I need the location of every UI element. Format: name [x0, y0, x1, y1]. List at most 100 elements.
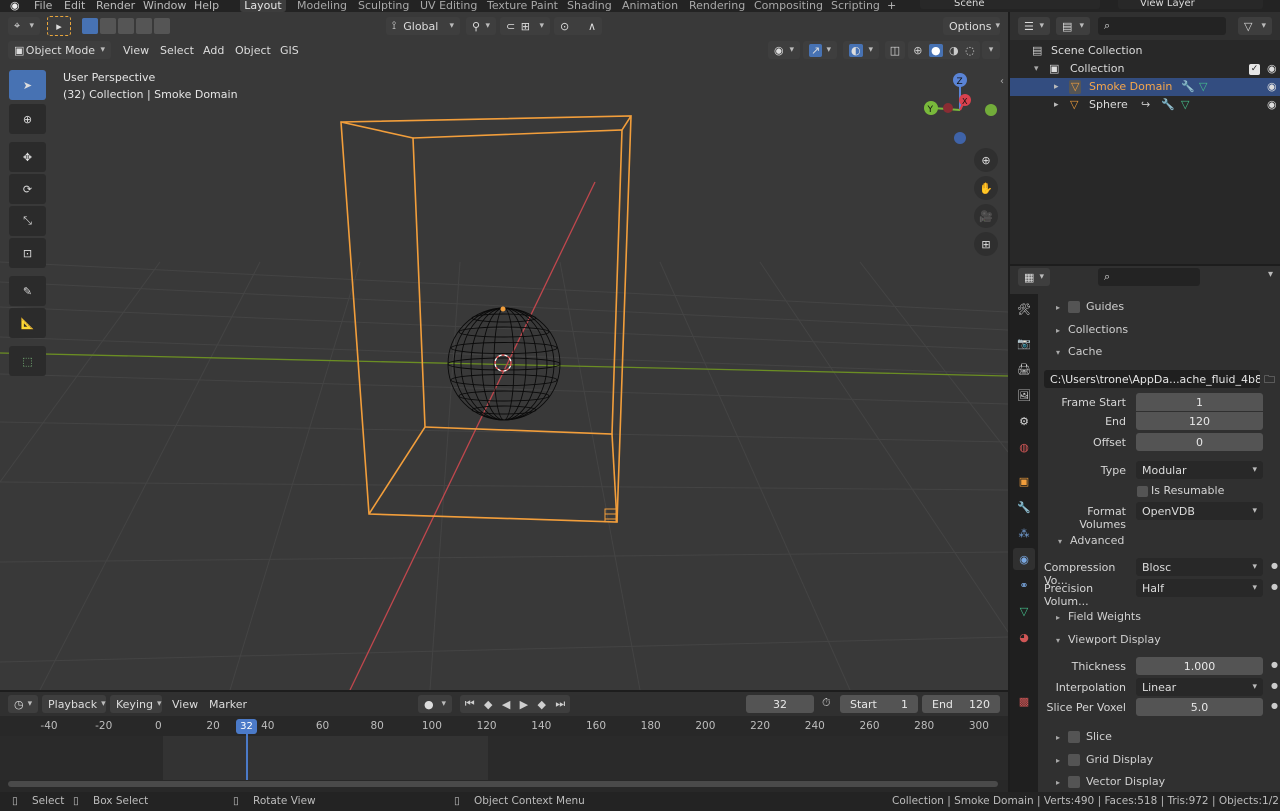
menu-render[interactable]: Render	[96, 0, 135, 12]
output-tab-icon[interactable]: 🖨	[1013, 358, 1035, 380]
constraints-tab-icon[interactable]: ⚭	[1013, 574, 1035, 596]
collection-visibility-icon[interactable]: ◉	[1267, 60, 1277, 78]
panel-advanced[interactable]: ▾ Advanced	[1058, 534, 1124, 547]
collapse-arrow-icon[interactable]: ▾	[1034, 60, 1039, 78]
view-layer-selector[interactable]: View Layer	[1118, 0, 1263, 9]
format-volumes-dropdown[interactable]: OpenVDB ▾	[1136, 502, 1263, 520]
visibility-dropdown[interactable]: ◉ ▾	[768, 41, 800, 59]
jump-start-icon[interactable]: ⏮	[465, 697, 475, 711]
type-dropdown[interactable]: Modular ▾	[1136, 461, 1263, 479]
gizmo-dropdown[interactable]: ↗ ▾	[803, 41, 837, 59]
timeline-menu-marker[interactable]: Marker	[209, 698, 247, 711]
frame-ruler[interactable]: -40 -20 0 20 40 60 80 100 120 140 160 180 200 220 240 2…	[0, 716, 1008, 736]
interpolation-keyframe-dot[interactable]: ●	[1271, 681, 1278, 690]
is-resumable-checkbox[interactable]: Is Resumable	[1137, 484, 1224, 497]
vector-display-checkbox[interactable]	[1068, 776, 1081, 788]
panel-cache[interactable]: ▾ Cache	[1056, 345, 1102, 358]
menu-view[interactable]: View	[123, 44, 149, 57]
outliner-search-input[interactable]	[1114, 18, 1215, 34]
auto-keying-toggle[interactable]: ● ▾	[418, 695, 452, 713]
offset-field[interactable]: 0	[1136, 433, 1263, 451]
camera-view-button[interactable]: 🎥	[974, 204, 998, 228]
menu-help[interactable]: Help	[194, 0, 219, 12]
wireframe-shading-icon[interactable]: ⊕	[913, 44, 922, 57]
menu-gis[interactable]: GIS	[280, 44, 299, 57]
precision-keyframe-dot[interactable]: ●	[1271, 582, 1278, 591]
zoom-view-button[interactable]: ⊕	[974, 148, 998, 172]
particles-tab-icon[interactable]: ⁂	[1013, 522, 1035, 544]
thickness-keyframe-dot[interactable]: ●	[1271, 660, 1278, 669]
texture-tab-icon[interactable]: ▩	[1013, 690, 1035, 712]
tool-scale[interactable]: ⤡	[9, 206, 46, 236]
selection-mode-group[interactable]	[82, 18, 172, 34]
precision-dropdown[interactable]: Half ▾	[1136, 579, 1263, 597]
outliner-scene-collection[interactable]: ▤ Scene Collection	[1010, 42, 1280, 60]
menu-file[interactable]: File	[34, 0, 52, 12]
compression-dropdown[interactable]: Blosc ▾	[1136, 558, 1263, 576]
overlays-dropdown[interactable]: ◐ ▾	[843, 41, 879, 59]
guides-checkbox[interactable]	[1068, 301, 1081, 313]
start-frame-field[interactable]: Start 1	[840, 695, 918, 713]
tab-animation[interactable]: Animation	[622, 0, 678, 12]
scene-selector[interactable]: Scene	[920, 0, 1100, 9]
preview-range-icon[interactable]: ⏱	[822, 696, 831, 710]
menu-window[interactable]: Window	[143, 0, 186, 12]
menu-object[interactable]: Object	[235, 44, 271, 57]
slice-per-voxel-field[interactable]: 5.0	[1136, 698, 1263, 716]
tool-cursor[interactable]: ⊕	[9, 104, 46, 134]
end-field[interactable]: 120	[1136, 412, 1263, 430]
prev-keyframe-icon[interactable]: ◆	[484, 698, 492, 711]
rendered-shading-icon[interactable]: ◌	[965, 44, 975, 57]
xray-toggle[interactable]: ◫	[885, 41, 905, 59]
playback-menu[interactable]: Playback ▾	[42, 695, 106, 713]
collection-checkbox[interactable]: ✓	[1249, 64, 1260, 75]
frame-start-field[interactable]: 1	[1136, 393, 1263, 411]
interpolation-dropdown[interactable]: Linear ▾	[1136, 678, 1263, 696]
snap-dropdown[interactable]: ⊂ ⊞ ▾	[500, 17, 550, 35]
grid-display-checkbox[interactable]	[1068, 754, 1081, 766]
smoke-domain-visibility-icon[interactable]: ◉	[1267, 78, 1277, 96]
slice-keyframe-dot[interactable]: ●	[1271, 701, 1278, 710]
tool-move[interactable]: ✥	[9, 142, 46, 172]
object-tab-icon[interactable]: ▣	[1013, 470, 1035, 492]
tool-select[interactable]: ➤	[9, 70, 46, 100]
expand-arrow-icon[interactable]: ▸	[1054, 96, 1059, 114]
tab-layout[interactable]: Layout	[240, 0, 286, 12]
transform-orientation-dropdown[interactable]: ⟟ Global ▾	[386, 17, 460, 35]
sidebar-toggle-icon[interactable]: ‹	[1000, 76, 1004, 87]
view-layer-tab-icon[interactable]: 🖼	[1013, 384, 1035, 406]
scene-tab-icon[interactable]: ⚙	[1013, 410, 1035, 432]
panel-grid-display[interactable]: ▸ Grid Display	[1056, 753, 1153, 766]
shading-options-dropdown[interactable]: ▾	[982, 41, 1000, 59]
tool-annotate[interactable]: ✎	[9, 276, 46, 306]
panel-guides[interactable]: ▸ Guides	[1056, 300, 1124, 313]
outliner-item-smoke-domain[interactable]: ▸ ▽ Smoke Domain 🔧 ▽ ◉	[1010, 78, 1280, 96]
material-tab-icon[interactable]: ◕	[1013, 626, 1035, 648]
tool-tab-icon[interactable]: 🛠	[1013, 298, 1035, 320]
tool-transform[interactable]: ⊡	[9, 238, 46, 268]
material-shading-icon[interactable]: ◑	[949, 44, 959, 57]
timeline-scrollbar[interactable]	[8, 781, 998, 787]
menu-select[interactable]: Select	[160, 44, 194, 57]
world-tab-icon[interactable]: ◍	[1013, 436, 1035, 458]
tab-rendering[interactable]: Rendering	[689, 0, 745, 12]
jump-end-icon[interactable]: ⏭	[555, 697, 565, 711]
panel-collections[interactable]: ▸ Collections	[1056, 323, 1128, 336]
outliner-item-sphere[interactable]: ▸ ▽ Sphere ↪ 🔧 ▽ ◉	[1010, 96, 1280, 114]
panel-viewport-display[interactable]: ▾ Viewport Display	[1056, 633, 1161, 646]
properties-options-icon[interactable]: ▾	[1268, 269, 1273, 280]
modifier-tab-icon[interactable]: 🔧	[1013, 496, 1035, 518]
object-mode-dropdown[interactable]: ▣ Object Mode ▾	[8, 41, 111, 59]
pivot-dropdown[interactable]: ⚲ ▾	[466, 17, 496, 35]
expand-arrow-icon[interactable]: ▸	[1054, 78, 1059, 96]
tab-compositing[interactable]: Compositing	[754, 0, 823, 12]
compression-keyframe-dot[interactable]: ●	[1271, 561, 1278, 570]
pan-view-button[interactable]: ✋	[974, 176, 998, 200]
panel-field-weights[interactable]: ▸ Field Weights	[1056, 610, 1141, 623]
play-icon[interactable]: ▶	[520, 698, 528, 711]
blender-logo-icon[interactable]: ◉	[10, 0, 20, 12]
tab-sculpting[interactable]: Sculpting	[358, 0, 409, 12]
data-tab-icon[interactable]: ▽	[1013, 600, 1035, 622]
panel-vector-display[interactable]: ▸ Vector Display	[1056, 775, 1165, 788]
outliner-search[interactable]: ⌕	[1098, 17, 1226, 35]
